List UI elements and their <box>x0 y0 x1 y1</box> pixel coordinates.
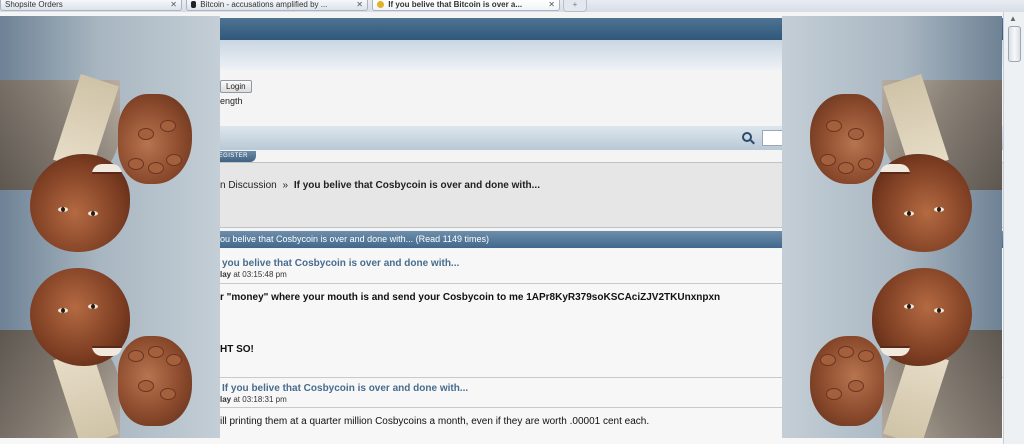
session-length-label: ength <box>220 96 243 106</box>
post-title-link[interactable]: If you belive that Cosbycoin is over and… <box>222 383 468 394</box>
post-date-day: lay <box>220 270 232 279</box>
search-icon[interactable] <box>742 132 752 142</box>
portrait-photo-top-right <box>782 16 1002 260</box>
tab-label: If you belive that Bitcoin is over a... <box>388 0 523 9</box>
post-date-time: at 03:15:48 pm <box>233 270 287 279</box>
post-body-line: r "money" where your mouth is and send y… <box>220 292 721 303</box>
portrait-photo-bottom-left <box>0 260 220 438</box>
breadcrumb-separator: » <box>282 180 289 191</box>
scrollbar-thumb[interactable] <box>1008 26 1021 62</box>
portrait-photo-bottom-right <box>782 260 1002 438</box>
login-button[interactable]: Login <box>220 80 252 93</box>
page-scrollbar[interactable]: ▲ <box>1003 12 1024 444</box>
topic-bar-text: ou belive that Cosbycoin is over and don… <box>220 234 489 244</box>
post-date-day: lay <box>220 395 232 404</box>
post-body-line: ill printing them at a quarter million C… <box>220 416 650 427</box>
scroll-up-arrow-icon[interactable]: ▲ <box>1009 14 1017 23</box>
new-tab-button[interactable]: + <box>563 0 587 12</box>
post-date: lay at 03:18:31 pm <box>220 395 287 404</box>
tab-label: Shopsite Orders <box>5 0 63 9</box>
browser-tab-bitcoin-accusations[interactable]: Bitcoin - accusations amplified by ... ✕ <box>186 0 368 11</box>
breadcrumb-topic[interactable]: If you belive that Cosbycoin is over and… <box>294 180 540 191</box>
tab-close-icon[interactable]: ✕ <box>548 0 555 10</box>
portrait-photo-top-left <box>0 16 220 260</box>
tab-close-icon[interactable]: ✕ <box>170 0 177 10</box>
breadcrumb: n Discussion » If you belive that Cosbyc… <box>220 180 540 191</box>
browser-tab-active[interactable]: If you belive that Bitcoin is over a... … <box>372 0 560 11</box>
post-divider <box>220 407 784 408</box>
post-body-line: HT SO! <box>220 344 254 355</box>
post-title-link[interactable]: you belive that Cosbycoin is over and do… <box>222 258 459 269</box>
post-date: lay at 03:15:48 pm <box>220 270 287 279</box>
tab-label: Bitcoin - accusations amplified by ... <box>200 0 328 9</box>
post-date-time: at 03:18:31 pm <box>233 395 287 404</box>
login-row: Login <box>220 80 252 93</box>
browser-tab-shopsite[interactable]: Shopsite Orders ✕ <box>0 0 182 11</box>
tab-favicon-icon <box>191 1 196 9</box>
breadcrumb-board-link[interactable]: n Discussion <box>220 180 277 191</box>
tab-close-icon[interactable]: ✕ <box>356 0 363 10</box>
tab-favicon-icon <box>377 1 384 9</box>
post-divider <box>220 283 784 284</box>
